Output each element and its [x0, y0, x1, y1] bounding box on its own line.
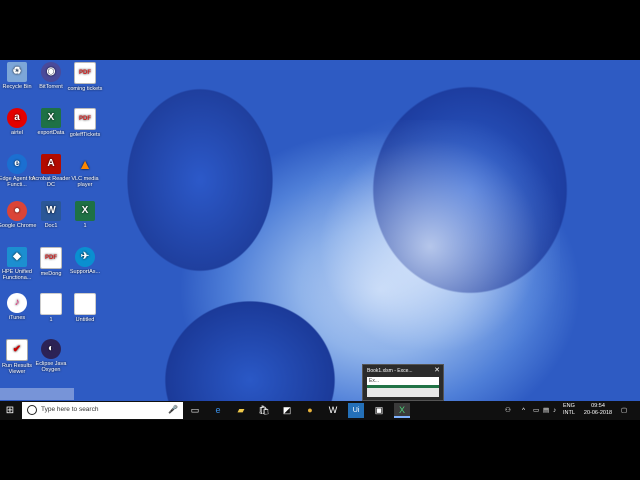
- keyboard-layout: INTL: [563, 410, 575, 416]
- support-assistant-icon: ✈: [75, 247, 95, 267]
- excel-taskbar-thumbnail[interactable]: Book1.xlsm - Exce... ✕ Ex...: [362, 364, 444, 401]
- app-icon[interactable]: ◩: [279, 403, 295, 418]
- desktop-icon[interactable]: X1: [65, 201, 105, 229]
- excel-icon: X: [41, 108, 61, 128]
- search-icon: [27, 405, 37, 415]
- run-results-icon: ✔: [6, 339, 28, 361]
- desktop-icon-label: coming tickets: [67, 86, 103, 92]
- search-placeholder: Type here to search: [41, 406, 99, 413]
- desktop-icon-label: goleffTickets: [69, 132, 101, 138]
- microphone-icon[interactable]: 🎤: [168, 405, 178, 414]
- thumbnail-window-label: Ex...: [367, 377, 439, 385]
- desktop-icon-label: VLC media player: [71, 176, 99, 188]
- task-view-icon[interactable]: ▭: [187, 403, 203, 418]
- airtel-icon: a: [7, 108, 27, 128]
- clock-date: 20-06-2018: [583, 410, 613, 416]
- clock[interactable]: 09:54 20-06-2018: [581, 403, 615, 417]
- desktop-icon-label: 1: [83, 223, 87, 229]
- thumbnail-title: Book1.xlsm - Exce...: [367, 368, 413, 374]
- desktop-icon[interactable]: PDF coming tickets: [65, 62, 105, 92]
- uipath-icon[interactable]: Ui: [348, 403, 364, 418]
- show-hidden-icons-button[interactable]: ^: [522, 403, 525, 418]
- desktop-icon[interactable]: ✈ SupportAs...: [65, 247, 105, 275]
- chrome-icon[interactable]: ●: [302, 403, 318, 418]
- chrome-icon: ●: [7, 201, 27, 221]
- edge-icon[interactable]: e: [210, 403, 226, 418]
- desktop-icon-label: Eclipse Java Oxygen: [35, 361, 67, 373]
- notification-center-icon[interactable]: ▢: [621, 403, 627, 418]
- blank-file-icon: [40, 293, 62, 315]
- recycle-bin-icon: ♻: [7, 62, 27, 82]
- language-indicator[interactable]: ENG INTL: [563, 403, 575, 417]
- app-icon[interactable]: ▣: [371, 403, 387, 418]
- excel-icon[interactable]: X: [394, 403, 410, 418]
- store-icon[interactable]: 🛍: [256, 403, 272, 418]
- excel-icon: X: [75, 201, 95, 221]
- pdf-icon: PDF: [40, 247, 62, 269]
- screen: ♻ Recycle Bin ◉ BitTorrent PDF coming tickets…: [0, 60, 640, 420]
- acrobat-icon: A: [41, 154, 61, 174]
- pdf-icon: PDF: [74, 62, 96, 84]
- people-icon[interactable]: ⚇: [505, 403, 511, 418]
- language-code: ENG: [563, 403, 575, 409]
- search-box[interactable]: Type here to search 🎤: [22, 402, 183, 419]
- vlc-icon: ▲: [78, 156, 92, 172]
- volume-icon[interactable]: ♪: [553, 403, 556, 418]
- battery-icon[interactable]: ▭: [533, 403, 539, 418]
- wallpaper-light: [300, 120, 560, 350]
- edge-agent-icon: e: [7, 154, 27, 174]
- clock-time: 09:54: [591, 403, 605, 409]
- thumbnail-close-button[interactable]: ✕: [434, 366, 440, 374]
- blank-file-icon: [74, 293, 96, 315]
- eclipse-icon: ◐: [41, 339, 61, 359]
- network-icon[interactable]: ▤: [543, 403, 549, 418]
- thumbnail-window-body: [367, 385, 439, 397]
- desktop-icon[interactable]: Untitled: [65, 293, 105, 323]
- itunes-icon: ♪: [7, 293, 27, 313]
- file-explorer-icon[interactable]: ▰: [233, 403, 249, 418]
- word-icon: W: [41, 201, 61, 221]
- word-icon[interactable]: W: [325, 403, 341, 418]
- start-button[interactable]: ⊞: [2, 403, 18, 418]
- desktop-icon-label: SupportAs...: [69, 269, 101, 275]
- desktop-icon[interactable]: ◐ Eclipse Java Oxygen: [31, 339, 71, 373]
- pdf-icon: PDF: [74, 108, 96, 130]
- desktop-icon[interactable]: ▲ VLC media player: [65, 154, 105, 188]
- taskbar: ⊞ Type here to search 🎤 ▭ e ▰ 🛍 ◩ ● W Ui ▣ X ⚇ ^ …: [0, 401, 640, 420]
- desktop-selection-highlight: [0, 388, 74, 400]
- thumbnail-preview[interactable]: Ex...: [367, 377, 439, 397]
- bittorrent-icon: ◉: [41, 62, 61, 82]
- desktop-icon[interactable]: PDF goleffTickets: [65, 108, 105, 138]
- hpe-icon: ◆: [7, 247, 27, 267]
- desktop-icon-label: Untitled: [75, 317, 95, 323]
